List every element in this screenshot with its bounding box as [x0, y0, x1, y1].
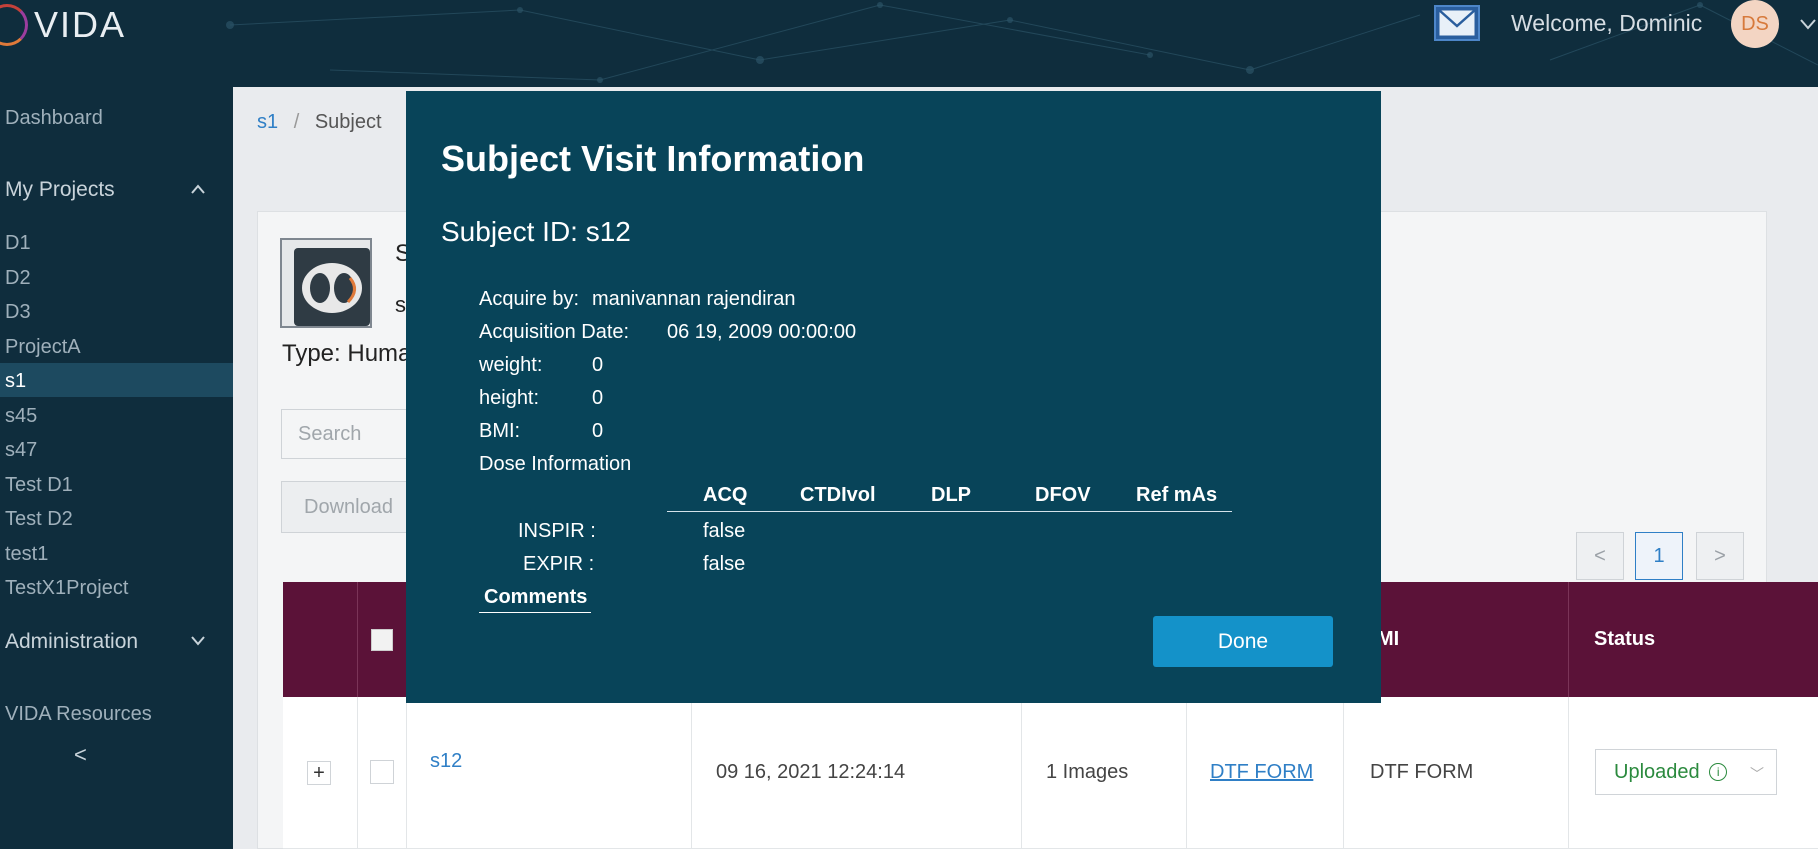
image-count: 1 Images [1046, 761, 1129, 783]
acquisition-date-value: 06 19, 2009 00:00:00 [667, 321, 857, 343]
sidebar-project-item-selected[interactable]: s1 [5, 370, 26, 393]
welcome-text: Welcome, Dominic [1511, 10, 1703, 36]
sidebar-project-item[interactable]: D2 [5, 267, 31, 290]
done-button[interactable]: Done [1153, 616, 1333, 667]
select-all-checkbox[interactable] [371, 629, 393, 651]
breadcrumb-project-link[interactable]: s1 [257, 111, 278, 133]
dose-column-ref-mas: Ref mAs [1136, 484, 1218, 506]
sidebar-project-item[interactable]: ProjectA [5, 336, 81, 359]
breadcrumb: s1 / Subject [257, 111, 382, 134]
breadcrumb-current: Subject [314, 111, 382, 133]
dose-row-label-inspir: INSPIR : [518, 520, 596, 542]
dose-column-acq: ACQ [703, 484, 748, 506]
page-next-button[interactable]: > [1696, 532, 1744, 580]
breadcrumb-separator: / [293, 111, 300, 133]
logo-text: VIDA [34, 4, 127, 45]
page-current-button[interactable]: 1 [1635, 532, 1683, 580]
weight-value: 0 [592, 354, 604, 376]
acquisition-date-label: Acquisition Date: [479, 321, 630, 343]
bmi-value: 0 [592, 420, 604, 442]
sidebar-project-item[interactable]: TestX1Project [5, 577, 128, 600]
vida-logo[interactable]: VIDA [0, 0, 126, 50]
dtf-form-link[interactable]: DTF FORM [1210, 761, 1313, 784]
chevron-down-icon[interactable] [190, 634, 206, 646]
status-text: Uploaded [1614, 761, 1700, 783]
info-icon[interactable]: i [1709, 763, 1728, 781]
sidebar-project-item[interactable]: Test D2 [5, 508, 73, 531]
sidebar-collapse-icon[interactable]: < [74, 742, 87, 768]
sidebar-item-dashboard[interactable]: Dashboard [5, 107, 103, 130]
dose-column-dlp: DLP [931, 484, 971, 506]
dose-row-acq-expir: false [703, 553, 746, 575]
subject-id-link[interactable]: s12 [430, 750, 462, 773]
sidebar-item-vida-resources[interactable]: VIDA Resources [5, 703, 152, 726]
sidebar-section-my-projects[interactable]: My Projects [5, 178, 115, 202]
user-menu-chevron-icon[interactable] [1798, 14, 1818, 34]
mail-icon[interactable] [1434, 5, 1480, 41]
lung-scan-icon [294, 248, 370, 326]
top-bar: VIDA Welcome, Dominic DS [0, 0, 1818, 87]
height-label: height: [479, 387, 540, 409]
form-type-text: DTF FORM [1370, 761, 1474, 783]
upload-date: 09 16, 2021 12:24:14 [716, 761, 906, 783]
sidebar-project-item[interactable]: D3 [5, 301, 31, 324]
logo-ring-icon [0, 4, 28, 46]
expand-row-button[interactable]: + [307, 761, 331, 785]
sidebar-project-item[interactable]: D1 [5, 232, 31, 255]
dose-column-ctdivol: CTDIvol [800, 484, 876, 506]
chevron-up-icon[interactable] [190, 183, 206, 195]
comments-tab[interactable]: Comments [479, 586, 592, 613]
subject-type-partial: Type: Huma [282, 340, 412, 367]
height-value: 0 [592, 387, 604, 409]
sidebar-project-item[interactable]: s45 [5, 405, 37, 428]
bmi-label: BMI: [479, 420, 521, 442]
acquire-by-label: Acquire by: [479, 288, 580, 310]
column-header-status[interactable]: Status [1594, 628, 1655, 651]
dose-row-acq-inspir: false [703, 520, 746, 542]
modal-title: Subject Visit Information [441, 138, 865, 179]
row-checkbox[interactable] [370, 760, 394, 784]
modal-subject-id: Subject ID: s12 [441, 216, 631, 247]
avatar[interactable]: DS [1731, 0, 1779, 48]
subject-subtitle-partial: s [395, 292, 406, 317]
envelope-icon [1438, 9, 1476, 37]
weight-label: weight: [479, 354, 543, 376]
status-dropdown[interactable]: Uploaded i ﹀ [1595, 749, 1777, 795]
acquire-by-value: manivannan rajendiran [592, 288, 796, 310]
dose-table-divider [667, 511, 1232, 512]
sidebar-project-item[interactable]: s47 [5, 439, 37, 462]
dose-row-label-expir: EXPIR : [523, 553, 595, 575]
dose-information-label: Dose Information [479, 453, 632, 475]
chevron-down-icon: ﹀ [1750, 766, 1764, 782]
dose-column-dfov: DFOV [1035, 484, 1091, 506]
sidebar-section-administration[interactable]: Administration [5, 630, 138, 654]
sidebar-project-item[interactable]: Test D1 [5, 474, 73, 497]
sidebar-selected-highlight [0, 363, 233, 397]
sidebar-project-item[interactable]: test1 [5, 543, 48, 566]
page-prev-button[interactable]: < [1576, 532, 1624, 580]
